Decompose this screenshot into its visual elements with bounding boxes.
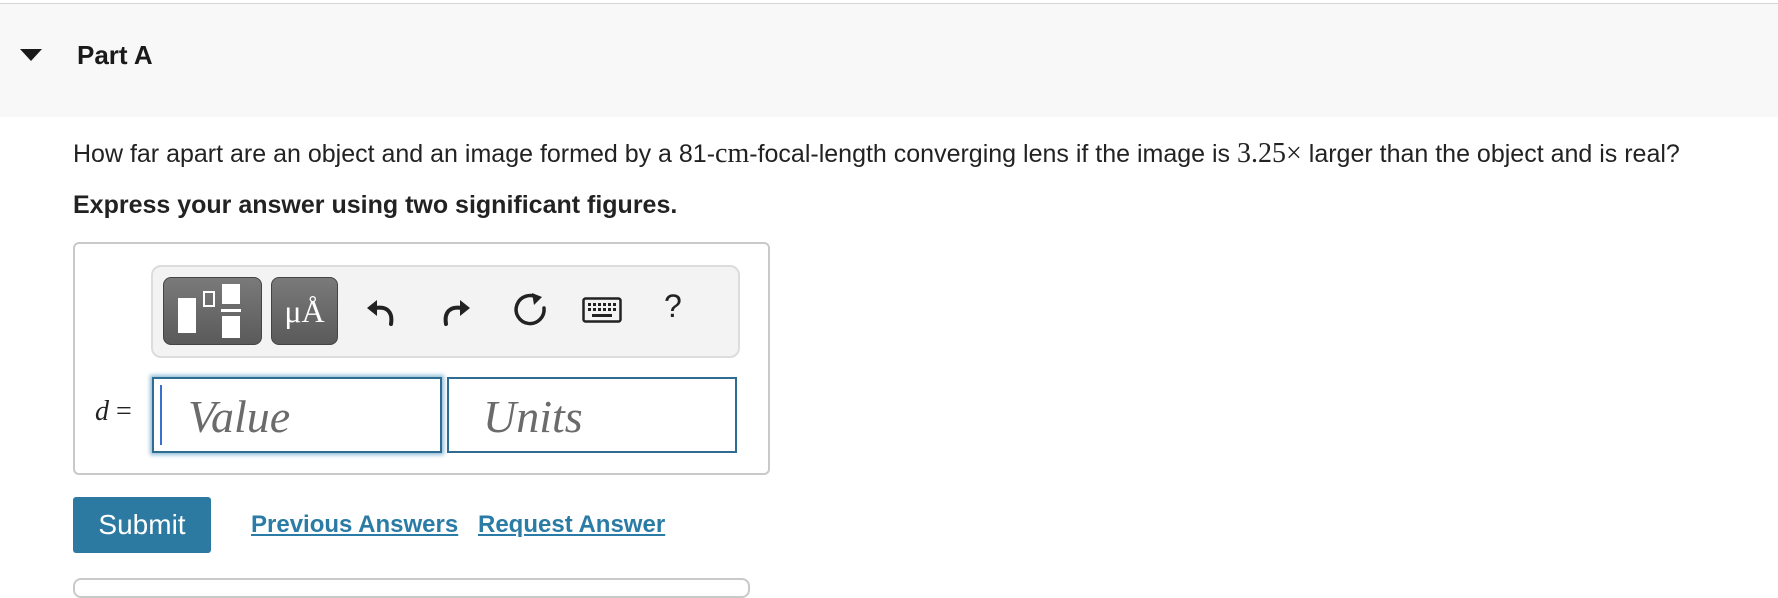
submit-button[interactable]: Submit: [73, 497, 211, 553]
keyboard-button[interactable]: [580, 284, 624, 336]
question-text-start: How far apart are an object and an image…: [73, 140, 716, 168]
question-text-end: larger than the object and is real?: [1301, 140, 1680, 168]
collapse-caret-icon[interactable]: [20, 49, 42, 61]
request-answer-link[interactable]: Request Answer: [478, 511, 665, 539]
units-button[interactable]: μÅ: [271, 277, 338, 345]
units-placeholder: Units: [483, 391, 583, 442]
undo-button[interactable]: [357, 284, 405, 336]
question-magnification: 3.25×: [1237, 138, 1302, 169]
redo-icon: [443, 300, 470, 326]
part-header[interactable]: Part A: [0, 4, 1778, 117]
question-unit: cm: [715, 138, 750, 169]
templates-icon: [178, 284, 241, 338]
part-title: Part A: [77, 40, 153, 70]
templates-button[interactable]: [163, 277, 262, 345]
feedback-card: [73, 578, 750, 598]
redo-button[interactable]: [432, 284, 480, 336]
value-placeholder: Value: [188, 391, 291, 442]
answer-instruction: Express your answer using two significan…: [73, 191, 678, 219]
answer-variable: d: [95, 396, 109, 427]
text-cursor: [160, 385, 162, 445]
reset-button[interactable]: [507, 284, 555, 336]
question-text: How far apart are an object and an image…: [73, 138, 1680, 170]
question-text-middle: -focal-length converging lens if the ima…: [749, 140, 1238, 168]
help-icon[interactable]: ?: [664, 288, 682, 325]
undo-icon: [367, 300, 394, 326]
units-icon: μÅ: [284, 292, 325, 329]
keyboard-icon: [582, 297, 622, 323]
reset-icon: [514, 293, 546, 326]
units-input[interactable]: Units: [447, 377, 737, 453]
value-input[interactable]: Value: [152, 377, 442, 453]
previous-answers-link[interactable]: Previous Answers: [251, 511, 458, 539]
equals-sign: =: [109, 396, 132, 427]
answer-variable-label: d =: [95, 396, 132, 428]
